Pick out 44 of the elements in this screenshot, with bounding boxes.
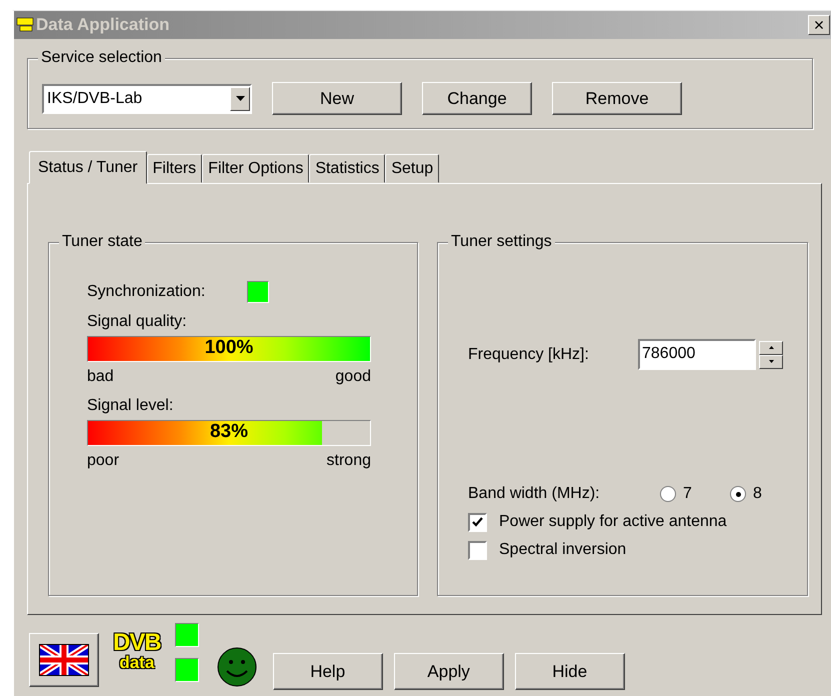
radio-label: 8	[753, 484, 763, 504]
scale-low-label: bad	[87, 367, 114, 387]
radio-button[interactable]	[730, 486, 746, 502]
footer-button[interactable]: Help	[272, 653, 383, 690]
scale-low-label: poor	[87, 451, 120, 471]
dvb-data-logo: DVB data	[113, 632, 161, 671]
meter-reading: 100%	[204, 336, 254, 360]
meter-reading: 83%	[210, 420, 248, 444]
radio-label: 7	[683, 484, 693, 504]
checkbox-label: Power supply for active antenna	[499, 512, 727, 532]
sync-label: Synchronization:	[87, 282, 206, 302]
group-label: Tuner settings	[448, 232, 555, 252]
footer-button[interactable]: Apply	[394, 653, 504, 690]
checkbox-label: Spectral inversion	[499, 540, 626, 560]
tab[interactable]: Status / Tuner	[29, 151, 147, 184]
window-title: Data Application	[36, 15, 170, 35]
app-icon	[16, 17, 34, 33]
tab[interactable]: Filter Options	[202, 154, 310, 183]
meter-label: Signal level:	[87, 396, 174, 416]
meter-label: Signal quality:	[87, 312, 188, 332]
dropdown-arrow-icon	[236, 96, 244, 101]
check-icon	[472, 517, 483, 527]
up-arrow-icon	[768, 346, 774, 349]
spin-buttons[interactable]	[759, 340, 783, 368]
service-dropdown[interactable]: IKS/DVB-Lab	[42, 84, 252, 114]
scale-high-label: strong	[326, 451, 371, 471]
scale-high-label: good	[335, 367, 371, 387]
tab[interactable]: Setup	[385, 154, 440, 183]
frequency-field[interactable]: 786000	[638, 339, 756, 370]
radio-button[interactable]	[660, 486, 676, 502]
frequency-label: Frequency [kHz]:	[468, 344, 590, 364]
service-button[interactable]: Remove	[552, 82, 682, 115]
down-arrow-icon	[768, 360, 774, 363]
tab[interactable]: Statistics	[309, 154, 386, 183]
footer-button[interactable]: Hide	[514, 653, 625, 690]
bandwidth-label: Band width (MHz):	[468, 484, 601, 504]
tab[interactable]: Filters	[146, 154, 202, 183]
service-button[interactable]: Change	[422, 82, 532, 115]
service-button[interactable]: New	[272, 82, 402, 115]
checkbox[interactable]	[468, 540, 487, 560]
language-button[interactable]	[29, 633, 99, 687]
checkbox[interactable]	[468, 512, 487, 532]
close-button[interactable]: ×	[808, 15, 830, 35]
flag-icon	[39, 644, 89, 676]
